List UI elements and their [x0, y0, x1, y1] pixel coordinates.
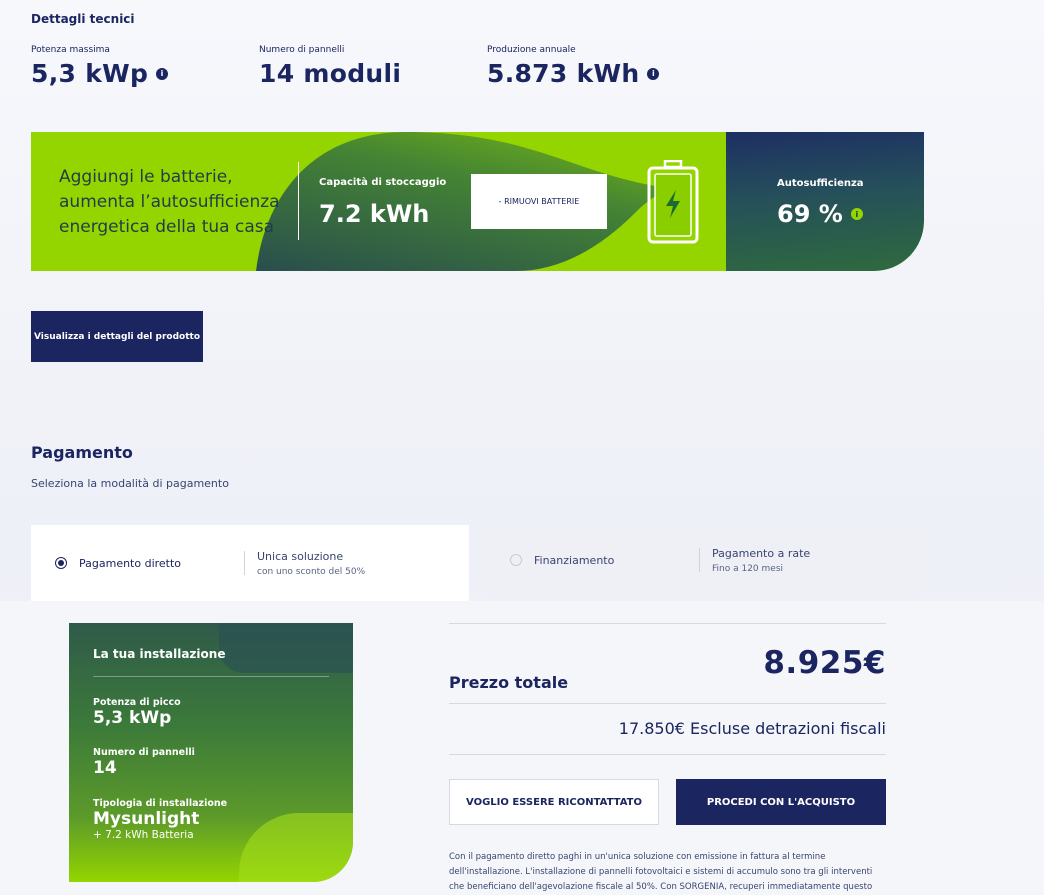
spec-value: 5,3 kWp: [31, 59, 149, 88]
peak-power-label: Potenza di picco: [93, 697, 181, 708]
divider: [699, 548, 700, 572]
view-product-details-button[interactable]: Visualizza i dettagli del prodotto: [31, 311, 203, 362]
remove-batteries-button[interactable]: - RIMUOVI BATTERIE: [471, 174, 607, 229]
spec-panel-count: Numero di pannelli 14 moduli: [259, 45, 401, 88]
divider: [449, 703, 886, 704]
spec-max-power: Potenza massima 5,3 kWp i: [31, 45, 169, 88]
total-price-label: Prezzo totale: [449, 673, 569, 692]
payment-subtitle: Seleziona la modalità di pagamento: [31, 477, 229, 490]
installation-card: La tua installazione Potenza di picco 5,…: [69, 623, 353, 882]
divider: [449, 623, 886, 624]
spec-label: Potenza massima: [31, 45, 110, 55]
info-icon[interactable]: i: [850, 208, 863, 220]
card-decoration: [239, 813, 353, 882]
installation-type-value: Mysunlight: [93, 809, 200, 829]
installation-type-extra: + 7.2 kWh Batteria: [93, 829, 194, 841]
storage-capacity-value: 7.2 kWh: [319, 200, 430, 228]
self-sufficiency-value: 69 %: [777, 200, 843, 228]
installation-type-label: Tipologia di installazione: [93, 798, 228, 809]
payment-option-desc: Unica soluzione: [257, 549, 344, 563]
payment-option-label: Finanziamento: [534, 553, 615, 567]
technical-details-title: Dettagli tecnici: [31, 12, 135, 26]
payment-option-label: Pagamento diretto: [79, 556, 182, 570]
divider: [244, 551, 245, 575]
spec-label: Produzione annuale: [487, 45, 576, 55]
self-sufficiency-label: Autosufficienza: [777, 178, 864, 189]
installation-title: La tua installazione: [93, 647, 226, 661]
panel-count-value: 14: [93, 758, 117, 778]
spec-annual-production: Produzione annuale 5.873 kWh i: [487, 45, 660, 88]
proceed-purchase-button[interactable]: PROCEDI CON L'ACQUISTO: [676, 779, 886, 825]
storage-capacity-label: Capacità di stoccaggio: [319, 177, 447, 188]
payment-title: Pagamento: [31, 443, 133, 462]
payment-footnote: Con il pagamento diretto paghi in un'uni…: [449, 852, 873, 892]
card-decoration: [219, 623, 353, 673]
payment-option-sub: Fino a 120 mesi: [712, 563, 784, 574]
spec-value: 5.873 kWh: [487, 59, 640, 88]
battery-banner: Aggiungi le batterie, aumenta l’autosuff…: [31, 132, 924, 271]
peak-power-value: 5,3 kWp: [93, 708, 172, 728]
banner-divider: [298, 162, 299, 240]
panel-count-label: Numero di pannelli: [93, 747, 195, 758]
info-icon[interactable]: i: [156, 67, 169, 80]
gross-price-value: 17.850€ Escluse detrazioni fiscali: [618, 719, 886, 738]
payment-option-desc: Pagamento a rate: [712, 546, 811, 560]
payment-option-financing[interactable]: Finanziamento Pagamento a rate Fino a 12…: [486, 525, 924, 595]
radio-unselected-icon[interactable]: [510, 554, 522, 566]
spec-value: 14 moduli: [259, 59, 402, 88]
radio-selected-icon[interactable]: [55, 557, 67, 569]
installation-divider: [93, 676, 329, 677]
payment-option-direct[interactable]: Pagamento diretto Unica soluzione con un…: [31, 525, 469, 601]
battery-charging-icon: [647, 160, 699, 244]
payment-option-sub: con uno sconto del 50%: [257, 566, 366, 577]
request-contact-button[interactable]: VOGLIO ESSERE RICONTATTATO: [449, 779, 659, 825]
battery-headline: Aggiungi le batterie, aumenta l’autosuff…: [59, 167, 280, 237]
total-price-value: 8.925€: [763, 645, 886, 681]
info-icon[interactable]: i: [647, 67, 660, 80]
divider: [449, 754, 886, 755]
spec-label: Numero di pannelli: [259, 45, 345, 55]
